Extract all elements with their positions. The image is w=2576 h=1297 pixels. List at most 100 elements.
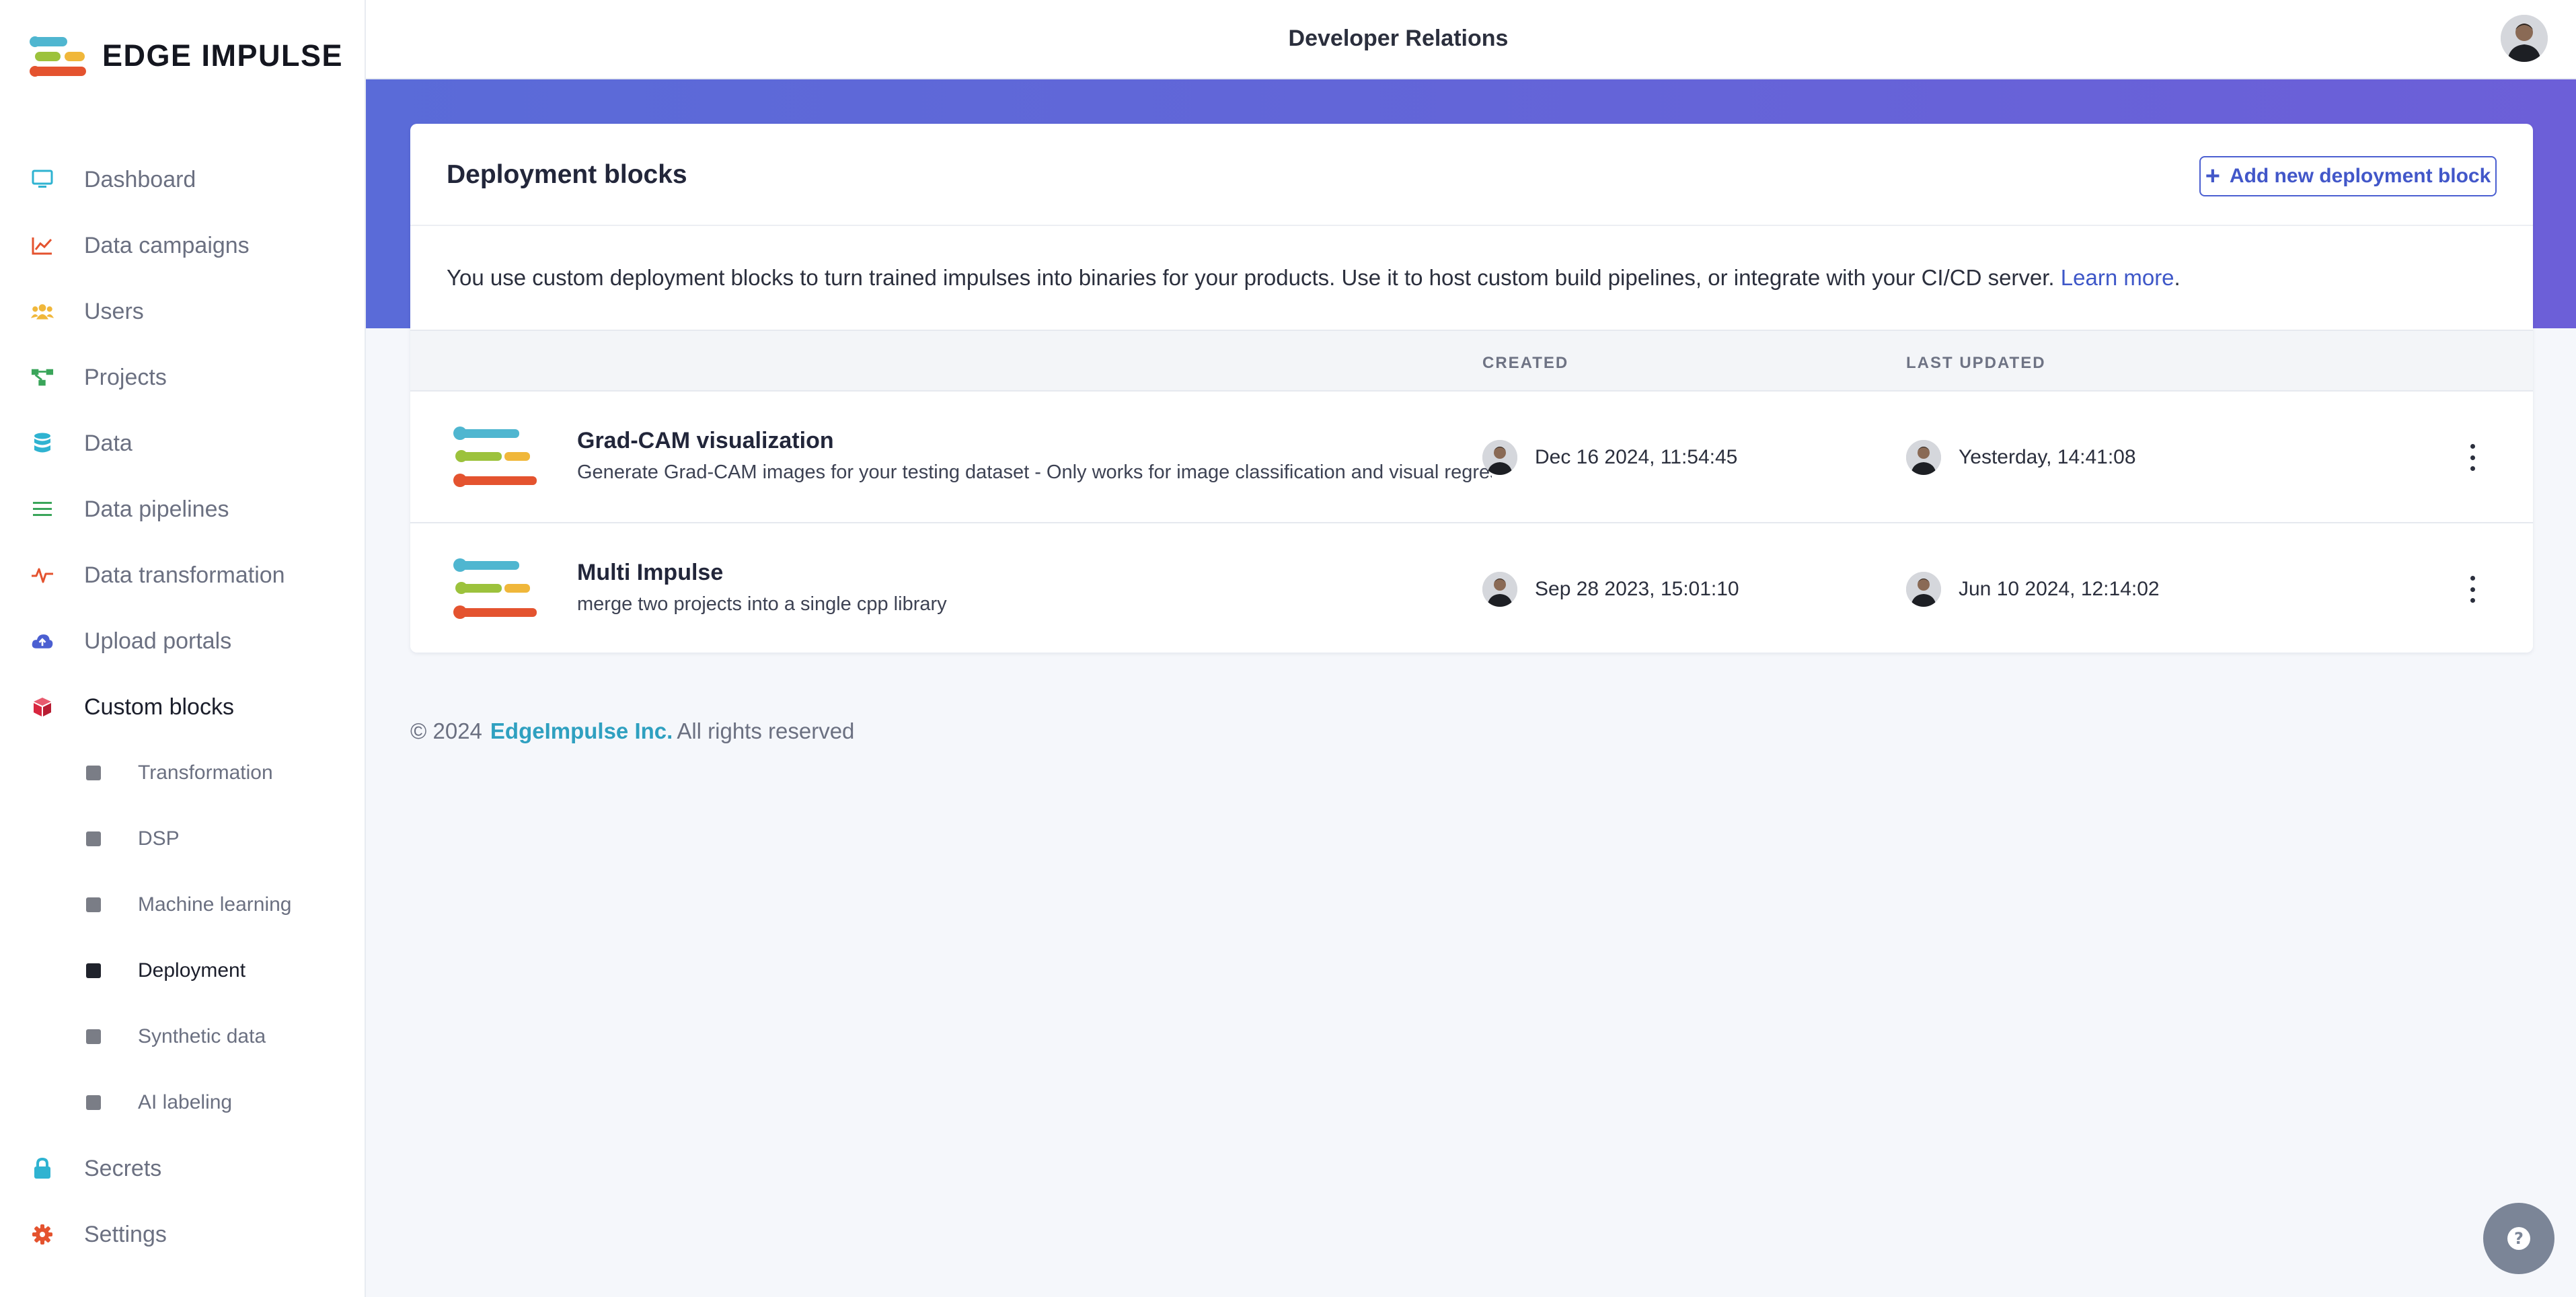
created-date: Dec 16 2024, 11:54:45 — [1535, 446, 1738, 468]
table-row[interactable]: Multi Impulse merge two projects into a … — [410, 523, 2533, 653]
plus-icon: + — [2205, 162, 2220, 190]
avatar — [1482, 572, 1517, 607]
brand-name: EDGE IMPULSE — [102, 38, 344, 73]
column-header-last-updated[interactable]: LAST UPDATED — [1906, 354, 2046, 373]
sidebar-subitem-dsp[interactable]: DSP — [0, 806, 366, 872]
top-bar: Developer Relations — [366, 0, 2576, 79]
card-header: Deployment blocks + Add new deployment b… — [410, 124, 2533, 226]
question-circle-icon: ? — [2507, 1227, 2530, 1250]
created-cell: Dec 16 2024, 11:54:45 — [1482, 440, 1737, 475]
sidebar-subitem-label: Transformation — [138, 762, 273, 784]
learn-more-link[interactable]: Learn more — [2061, 265, 2174, 290]
user-avatar[interactable] — [2501, 15, 2548, 62]
block-name: Multi Impulse — [577, 560, 724, 585]
avatar — [1906, 572, 1941, 607]
deployment-blocks-card: Deployment blocks + Add new deployment b… — [410, 124, 2533, 653]
block-logo-icon — [453, 427, 537, 488]
sidebar-item-label: Data transformation — [84, 562, 285, 588]
gear-icon — [31, 1223, 54, 1246]
intro-text: You use custom deployment blocks to turn… — [447, 265, 2181, 291]
sidebar-item-label: Settings — [84, 1221, 167, 1247]
company-link[interactable]: EdgeImpulse Inc. — [490, 718, 673, 743]
intro-description: You use custom deployment blocks to turn… — [447, 265, 2061, 290]
sidebar-item-data[interactable]: Data — [0, 410, 366, 476]
block-logo-icon — [453, 558, 537, 620]
sidebar-item-label: Dashboard — [84, 166, 196, 192]
rights-text: All rights reserved — [677, 718, 855, 743]
more-options-icon[interactable] — [2466, 576, 2479, 603]
users-icon — [31, 300, 54, 323]
avatar — [1482, 440, 1517, 475]
bullet-icon — [86, 1029, 101, 1044]
footer: © 2024 EdgeImpulse Inc. All rights reserve… — [410, 718, 854, 744]
avatar — [1906, 440, 1941, 475]
sidebar-item-label: Projects — [84, 364, 167, 390]
sidebar-item-data-campaigns[interactable]: Data campaigns — [0, 213, 366, 279]
sidebar-item-settings[interactable]: Settings — [0, 1201, 366, 1267]
bullet-icon — [86, 831, 101, 846]
block-name: Grad-CAM visualization — [577, 428, 834, 453]
bullet-icon — [86, 897, 101, 912]
add-deployment-block-label: Add new deployment block — [2229, 165, 2491, 187]
bullet-icon — [86, 963, 101, 978]
last-updated-date: Yesterday, 14:41:08 — [1959, 446, 2136, 468]
created-cell: Sep 28 2023, 15:01:10 — [1482, 572, 1739, 607]
sidebar-item-data-transformation[interactable]: Data transformation — [0, 542, 366, 608]
sidebar-subitem-label: Synthetic data — [138, 1025, 266, 1047]
sidebar-item-data-pipelines[interactable]: Data pipelines — [0, 476, 366, 542]
sidebar-item-label: Users — [84, 298, 144, 324]
sidebar-subitem-label: Deployment — [138, 959, 246, 981]
sidebar-subitem-deployment[interactable]: Deployment — [0, 938, 366, 1004]
monitor-icon — [31, 168, 54, 191]
sidebar-subitem-label: AI labeling — [138, 1091, 233, 1113]
sidebar-subitem-synthetic-data[interactable]: Synthetic data — [0, 1004, 366, 1070]
sidebar-item-label: Secrets — [84, 1155, 162, 1181]
block-description: Generate Grad-CAM images for your testin… — [577, 461, 1492, 483]
list-icon — [31, 498, 54, 521]
last-updated-date: Jun 10 2024, 12:14:02 — [1959, 578, 2160, 600]
cube-icon — [31, 696, 54, 718]
sidebar-subitem-label: DSP — [138, 827, 180, 850]
sidebar-item-upload-portals[interactable]: Upload portals — [0, 608, 366, 674]
project-diagram-icon — [31, 366, 54, 389]
sidebar-item-label: Upload portals — [84, 628, 232, 654]
created-date: Sep 28 2023, 15:01:10 — [1535, 578, 1739, 600]
table-row[interactable]: Grad-CAM visualization Generate Grad-CAM… — [410, 392, 2533, 523]
pulse-icon — [31, 564, 54, 587]
logo-icon — [28, 34, 87, 78]
sidebar-subitem-transformation[interactable]: Transformation — [0, 740, 366, 806]
column-header-created[interactable]: CREATED — [1482, 354, 1568, 373]
cloud-upload-icon — [31, 630, 54, 653]
intro-period: . — [2174, 265, 2181, 290]
last-updated-cell: Yesterday, 14:41:08 — [1906, 440, 2136, 475]
copyright: © 2024 — [410, 718, 482, 743]
sidebar-item-dashboard[interactable]: Dashboard — [0, 147, 366, 213]
sidebar-item-label: Data campaigns — [84, 232, 250, 258]
svg-text:?: ? — [2514, 1229, 2524, 1248]
lock-icon — [31, 1157, 54, 1180]
sidebar-item-label: Custom blocks — [84, 694, 234, 720]
organization-title: Developer Relations — [1288, 26, 1509, 51]
sidebar-item-label: Data — [84, 430, 132, 456]
bullet-icon — [86, 1095, 101, 1110]
help-button[interactable]: ? — [2483, 1203, 2554, 1274]
sidebar-item-users[interactable]: Users — [0, 279, 366, 344]
sidebar-item-custom-blocks[interactable]: Custom blocks — [0, 674, 366, 740]
bullet-icon — [86, 766, 101, 780]
sidebar-item-secrets[interactable]: Secrets — [0, 1136, 366, 1201]
add-deployment-block-button[interactable]: + Add new deployment block — [2199, 156, 2497, 196]
database-icon — [31, 432, 54, 455]
page-title: Deployment blocks — [447, 160, 687, 189]
sidebar-subitem-ai-labeling[interactable]: AI labeling — [0, 1070, 366, 1136]
sidebar-item-projects[interactable]: Projects — [0, 344, 366, 410]
last-updated-cell: Jun 10 2024, 12:14:02 — [1906, 572, 2160, 607]
chart-line-icon — [31, 234, 54, 257]
sidebar-subitem-label: Machine learning — [138, 893, 292, 916]
block-description: merge two projects into a single cpp lib… — [577, 593, 947, 615]
edge-impulse-logo[interactable]: EDGE IMPULSE — [28, 34, 343, 78]
sidebar: EDGE IMPULSE Dashboard Data campaigns Us… — [0, 0, 366, 1297]
sidebar-subitem-machine-learning[interactable]: Machine learning — [0, 872, 366, 938]
sidebar-item-label: Data pipelines — [84, 496, 229, 522]
more-options-icon[interactable] — [2466, 444, 2479, 471]
table-header: CREATED LAST UPDATED — [410, 330, 2533, 392]
